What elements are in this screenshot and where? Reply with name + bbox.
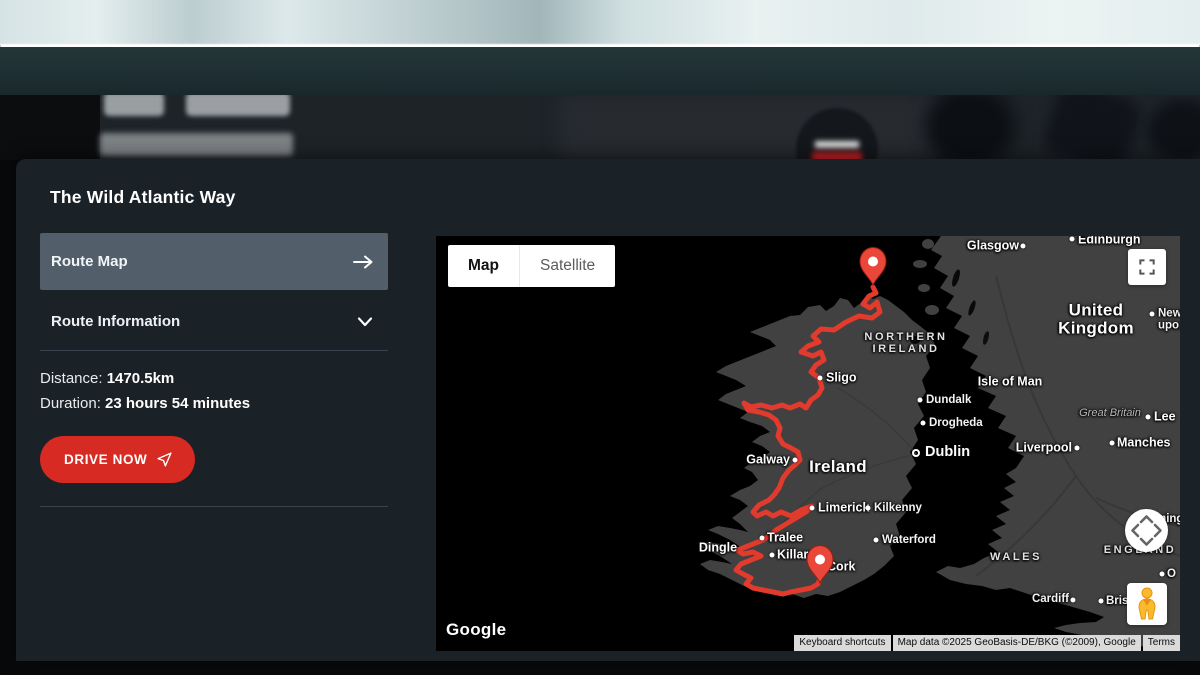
fullscreen-icon bbox=[1137, 257, 1157, 277]
keyboard-shortcuts-button[interactable]: Keyboard shortcuts bbox=[794, 635, 890, 651]
pan-control[interactable] bbox=[1125, 509, 1168, 552]
blurred-input-bar bbox=[100, 133, 293, 156]
map-canvas bbox=[436, 236, 1180, 651]
background-photo-band bbox=[0, 0, 1200, 45]
route-modal: The Wild Atlantic Way Route Map Route In… bbox=[16, 159, 1200, 661]
duration-value: 23 hours 54 minutes bbox=[105, 395, 250, 412]
navigation-send-icon bbox=[156, 451, 173, 468]
header-teal-band bbox=[0, 47, 1200, 95]
backdrop-shadow bbox=[0, 95, 100, 160]
map-data-attribution: Map data ©2025 GeoBasis-DE/BKG (©2009), … bbox=[893, 635, 1141, 651]
route-map-label: Route Map bbox=[51, 253, 128, 270]
distance-value: 1470.5km bbox=[107, 370, 175, 387]
screenshot-stage: The Wild Atlantic Way Route Map Route In… bbox=[0, 0, 1200, 675]
route-stats: Distance: 1470.5km Duration: 23 hours 54… bbox=[40, 366, 250, 416]
map-type-map-button[interactable]: Map bbox=[448, 245, 519, 287]
duration-row: Duration: 23 hours 54 minutes bbox=[40, 391, 250, 416]
pan-arrows-icon bbox=[1125, 509, 1168, 552]
page-title: The Wild Atlantic Way bbox=[50, 187, 236, 208]
street-view-pegman-button[interactable] bbox=[1127, 583, 1167, 625]
terms-link[interactable]: Terms bbox=[1143, 635, 1180, 651]
fullscreen-button[interactable] bbox=[1128, 249, 1166, 285]
backdrop-panel bbox=[560, 95, 940, 160]
route-information-item[interactable]: Route Information bbox=[40, 298, 388, 345]
blurred-button bbox=[186, 95, 290, 116]
arrow-right-icon bbox=[352, 254, 374, 270]
chevron-down-icon bbox=[356, 316, 374, 328]
divider bbox=[40, 350, 388, 351]
blurred-button bbox=[104, 95, 164, 116]
pegman-icon bbox=[1134, 587, 1160, 621]
route-sidebar: The Wild Atlantic Way Route Map Route In… bbox=[16, 159, 436, 661]
blurred-artwork bbox=[1148, 100, 1200, 160]
google-map[interactable]: GlasgowEdinburghUnitedKingdomNewcuponNOR… bbox=[436, 236, 1180, 651]
blurred-artwork bbox=[1040, 95, 1144, 160]
map-attribution: Keyboard shortcuts Map data ©2025 GeoBas… bbox=[794, 635, 1180, 651]
map-type-control: Map Satellite bbox=[448, 245, 615, 287]
distance-row: Distance: 1470.5km bbox=[40, 366, 250, 391]
google-logo[interactable]: Google bbox=[446, 620, 506, 640]
page-behind-modal bbox=[0, 95, 1200, 160]
divider bbox=[40, 506, 388, 507]
blurred-artwork bbox=[925, 95, 1015, 160]
drive-now-button[interactable]: DRIVE NOW bbox=[40, 436, 195, 483]
route-information-label: Route Information bbox=[51, 313, 180, 330]
map-type-satellite-button[interactable]: Satellite bbox=[519, 245, 615, 287]
route-map-item[interactable]: Route Map bbox=[40, 233, 388, 290]
